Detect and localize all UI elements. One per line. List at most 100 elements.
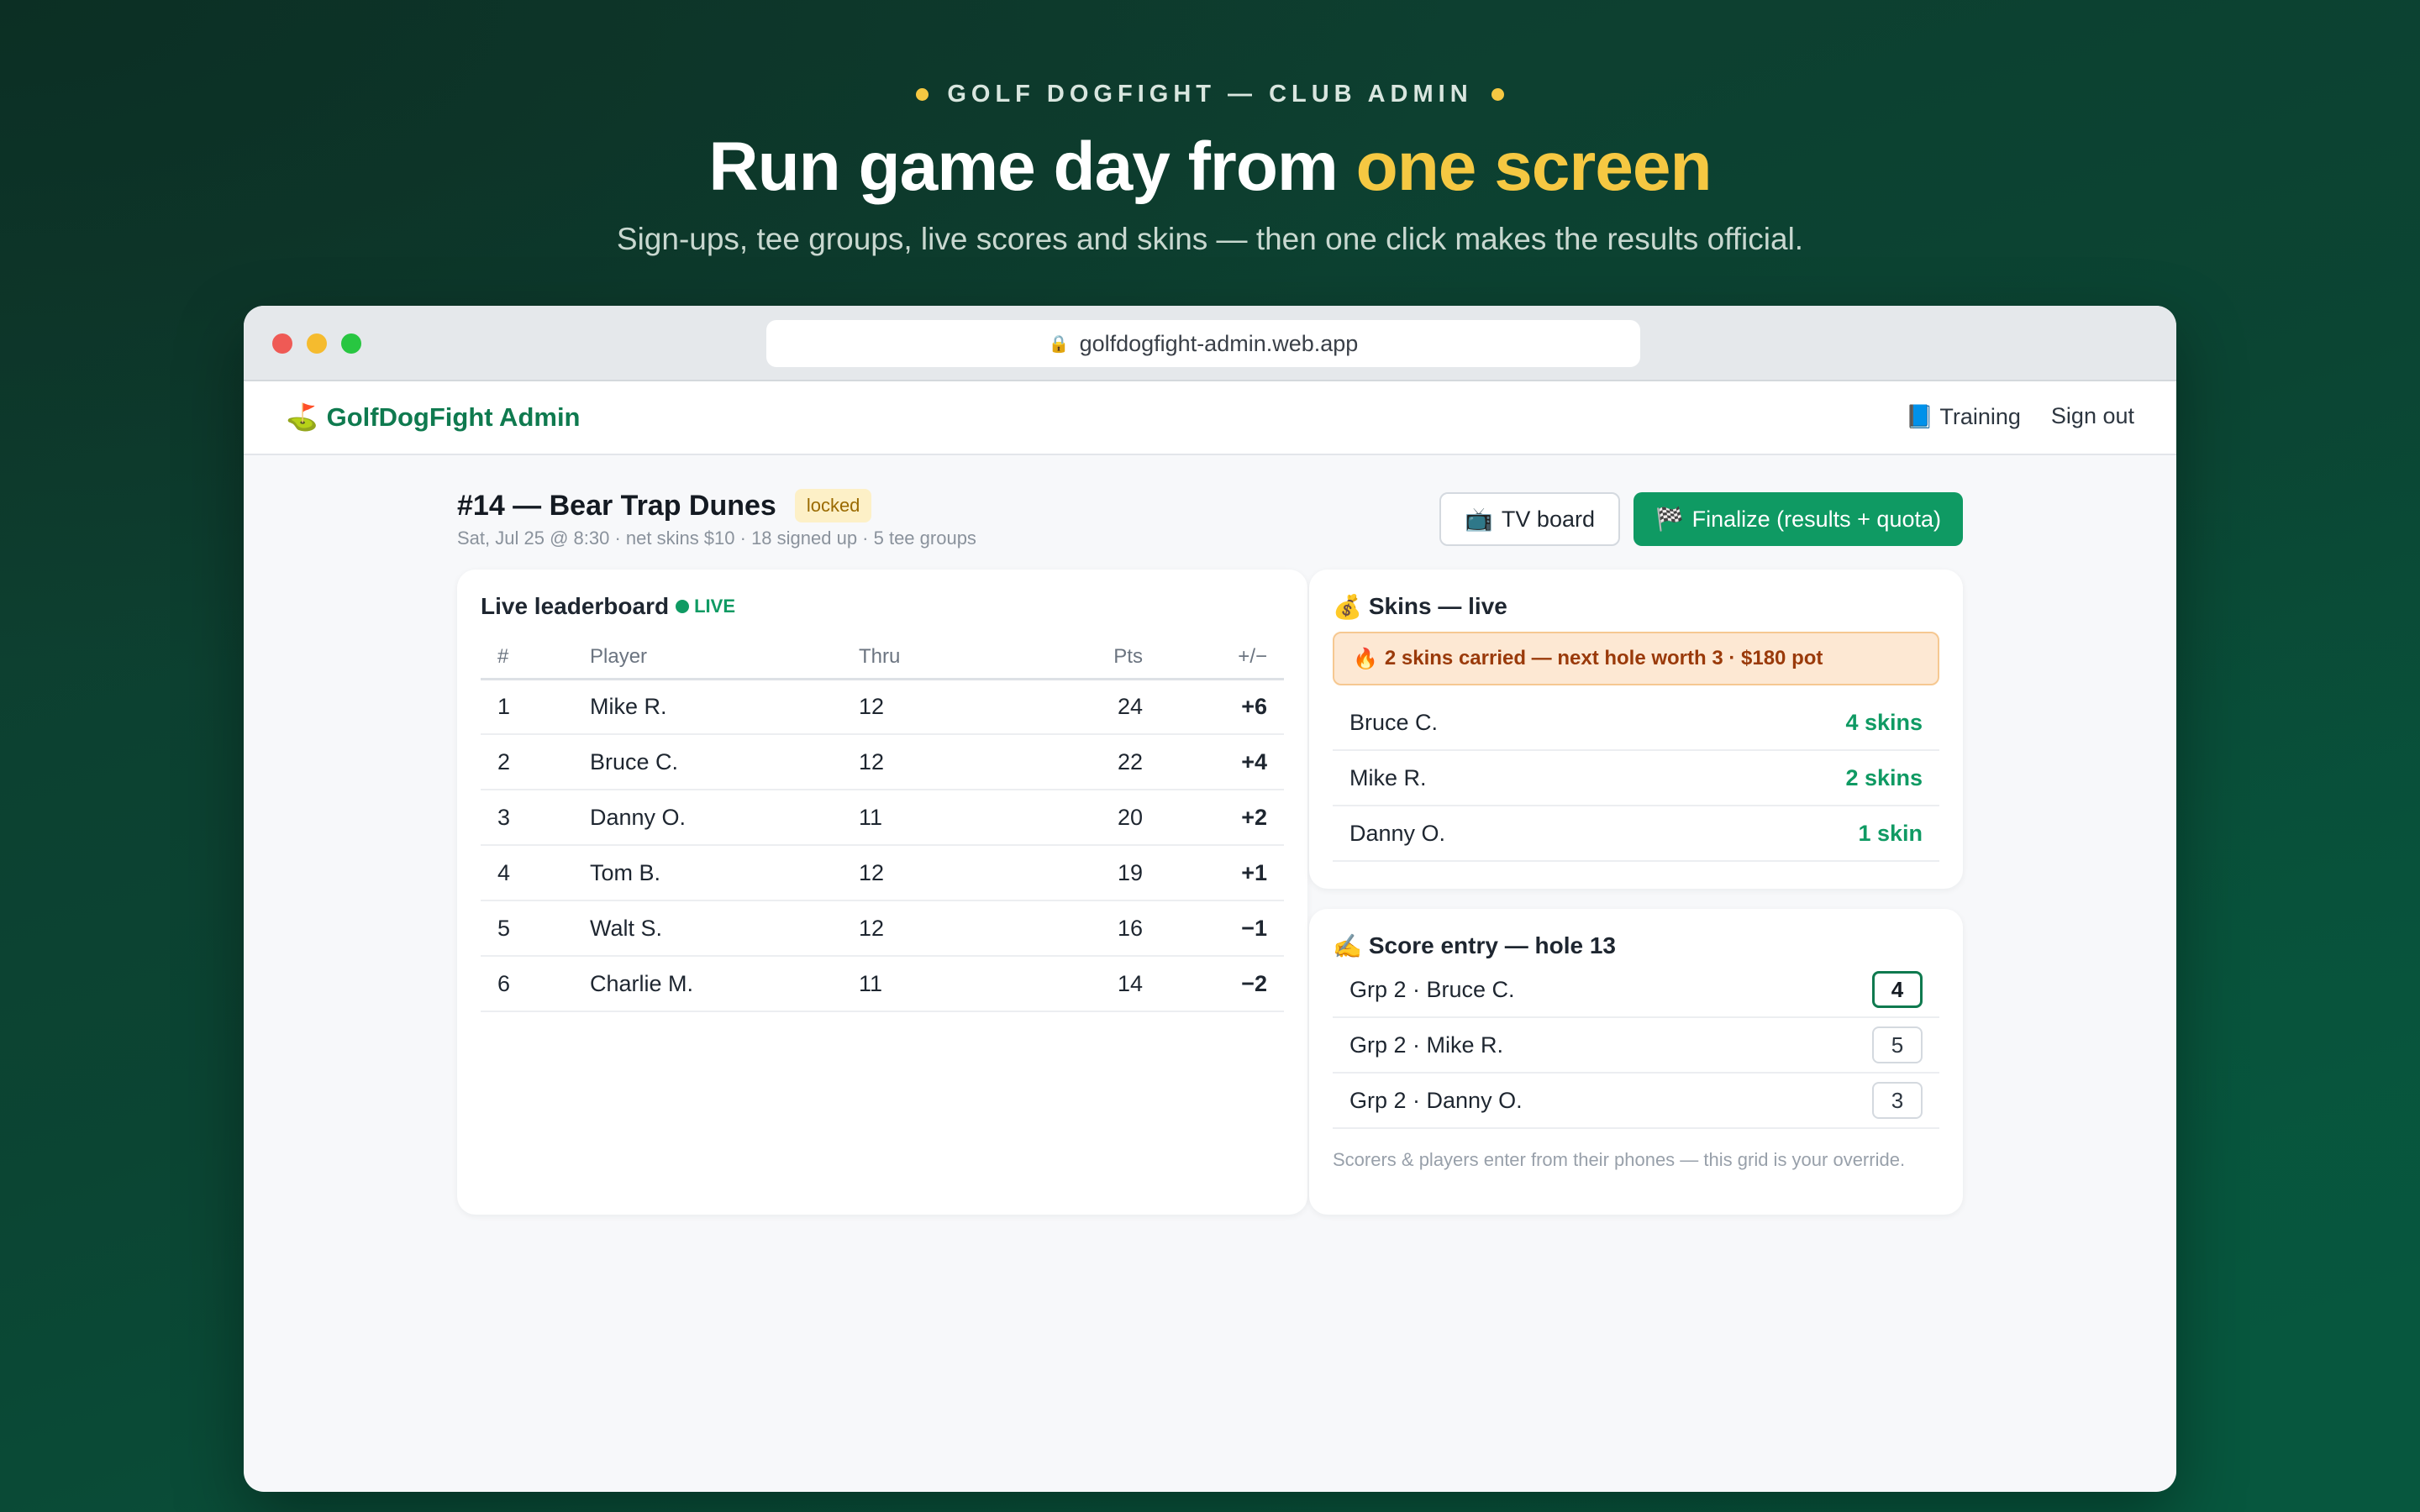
- leaderboard-title-text: Live leaderboard: [481, 593, 670, 619]
- subhead: Sign-ups, tee groups, live scores and sk…: [616, 222, 1804, 256]
- checkered-flag-icon: 🏁: [1655, 507, 1684, 532]
- money-bag-icon: 💰: [1333, 593, 1362, 620]
- score-input[interactable]: 5: [1872, 1026, 1923, 1063]
- pts-cell: 20: [1035, 790, 1160, 846]
- lock-icon: 🔒: [1048, 334, 1070, 354]
- score-input[interactable]: 4: [1872, 971, 1923, 1008]
- training-link[interactable]: 📘 Training: [1906, 403, 2021, 430]
- list-item: Bruce C. 4 skins: [1333, 696, 1939, 751]
- diff-cell: +1: [1159, 845, 1284, 901]
- leaderboard-card: Live leaderboard LIVE # Player Thru Pts …: [457, 570, 1307, 1215]
- thru-cell: 12: [842, 679, 1035, 735]
- browser-chrome: 🔒 golfdogfight-admin.web.app: [244, 306, 2176, 381]
- minimize-window-button[interactable]: [307, 333, 327, 354]
- live-label: LIVE: [694, 596, 735, 617]
- brand[interactable]: ⛳ GolfDogFight Admin: [286, 402, 581, 433]
- round-title: #14 — Bear Trap Dunes: [457, 489, 776, 522]
- round-actions: 📺 TV board 🏁 Finalize (results + quota): [1439, 492, 1963, 546]
- pts-cell: 19: [1035, 845, 1160, 901]
- finalize-button[interactable]: 🏁 Finalize (results + quota): [1633, 492, 1963, 546]
- leaderboard-title: Live leaderboard LIVE: [481, 590, 1284, 623]
- skins-title-text: Skins — live: [1368, 593, 1507, 619]
- headline-main: Run game day from: [708, 129, 1356, 205]
- writing-hand-icon: ✍️: [1333, 932, 1362, 959]
- thru-cell: 12: [842, 734, 1035, 790]
- skins-title: 💰 Skins — live: [1333, 590, 1939, 623]
- thru-cell: 11: [842, 956, 1035, 1012]
- leaderboard-header-row: # Player Thru Pts +/−: [481, 637, 1284, 680]
- col-diff: +/−: [1159, 637, 1284, 680]
- eyebrow-dot-right: [1491, 88, 1504, 101]
- carry-text: 2 skins carried — next hole worth 3 · $1…: [1384, 647, 1823, 669]
- diff-cell: +2: [1159, 790, 1284, 846]
- sign-out-link[interactable]: Sign out: [2051, 403, 2134, 430]
- player-cell: Danny O.: [573, 790, 842, 846]
- rank-cell: 4: [481, 845, 573, 901]
- score-entry-title: ✍️ Score entry — hole 13: [1333, 929, 1939, 963]
- brand-name: GolfDogFight Admin: [326, 402, 581, 432]
- skin-count: 1 skin: [1858, 820, 1923, 846]
- table-row[interactable]: 2 Bruce C. 12 22 +4: [481, 734, 1284, 790]
- maximize-window-button[interactable]: [341, 333, 361, 354]
- player-cell: Mike R.: [573, 679, 842, 735]
- list-item: Danny O. 1 skin: [1333, 806, 1939, 862]
- thru-cell: 12: [842, 845, 1035, 901]
- list-item: Mike R. 2 skins: [1333, 751, 1939, 806]
- diff-cell: −2: [1159, 956, 1284, 1012]
- table-row[interactable]: 6 Charlie M. 11 14 −2: [481, 956, 1284, 1012]
- score-entry-title-text: Score entry — hole 13: [1368, 932, 1616, 958]
- col-rank: #: [481, 637, 573, 680]
- pts-cell: 14: [1035, 956, 1160, 1012]
- eyebrow-dot-left: [916, 88, 929, 101]
- eyebrow: GOLF DOGFIGHT — CLUB ADMIN: [0, 81, 2420, 108]
- thru-cell: 11: [842, 790, 1035, 846]
- headline-accent: one screen: [1355, 129, 1712, 205]
- table-row[interactable]: 3 Danny O. 11 20 +2: [481, 790, 1284, 846]
- col-thru: Thru: [842, 637, 1035, 680]
- score-label: Grp 2 · Bruce C.: [1349, 976, 1515, 1002]
- eyebrow-text: GOLF DOGFIGHT — CLUB ADMIN: [947, 81, 1473, 108]
- book-icon: 📘: [1905, 404, 1934, 429]
- table-row[interactable]: 5 Walt S. 12 16 −1: [481, 900, 1284, 957]
- list-item: Grp 2 · Bruce C. 4: [1333, 963, 1939, 1018]
- skin-player: Danny O.: [1349, 820, 1446, 846]
- player-cell: Bruce C.: [573, 734, 842, 790]
- rank-cell: 1: [481, 679, 573, 735]
- table-row[interactable]: 1 Mike R. 12 24 +6: [481, 679, 1284, 735]
- golf-flag-icon: ⛳: [286, 402, 318, 432]
- skins-card: 💰 Skins — live 🔥 2 skins carried — next …: [1309, 570, 1963, 889]
- col-player: Player: [573, 637, 842, 680]
- score-input[interactable]: 3: [1872, 1082, 1923, 1119]
- skin-count: 4 skins: [1845, 709, 1923, 735]
- rank-cell: 3: [481, 790, 573, 846]
- list-item: Grp 2 · Mike R. 5: [1333, 1018, 1939, 1074]
- diff-cell: −1: [1159, 900, 1284, 957]
- table-row[interactable]: 4 Tom B. 12 19 +1: [481, 845, 1284, 901]
- live-indicator: LIVE: [676, 596, 735, 617]
- score-label: Grp 2 · Mike R.: [1349, 1032, 1504, 1058]
- score-entry-card: ✍️ Score entry — hole 13 Grp 2 · Bruce C…: [1309, 909, 1963, 1215]
- tv-icon: 📺: [1465, 507, 1493, 532]
- tv-board-button[interactable]: 📺 TV board: [1439, 492, 1620, 546]
- window-controls: [272, 333, 361, 354]
- skins-list: Bruce C. 4 skins Mike R. 2 skins Danny O…: [1333, 696, 1939, 862]
- player-cell: Charlie M.: [573, 956, 842, 1012]
- finalize-label: Finalize (results + quota): [1691, 506, 1941, 532]
- address-bar[interactable]: 🔒 golfdogfight-admin.web.app: [766, 320, 1640, 367]
- pts-cell: 24: [1035, 679, 1160, 735]
- col-pts: Pts: [1035, 637, 1160, 680]
- score-note: Scorers & players enter from their phone…: [1333, 1149, 1906, 1170]
- headline: Run game day from one screen: [0, 128, 2420, 207]
- round-header: #14 — Bear Trap Dunes locked Sat, Jul 25…: [457, 489, 1963, 549]
- close-window-button[interactable]: [272, 333, 292, 354]
- pts-cell: 16: [1035, 900, 1160, 957]
- rank-cell: 2: [481, 734, 573, 790]
- tv-board-label: TV board: [1501, 506, 1595, 532]
- url-text: golfdogfight-admin.web.app: [1079, 330, 1359, 356]
- carry-banner: 🔥 2 skins carried — next hole worth 3 · …: [1333, 632, 1939, 685]
- diff-cell: +6: [1159, 679, 1284, 735]
- top-nav: ⛳ GolfDogFight Admin 📘 Training Sign out: [244, 381, 2176, 455]
- status-badge: locked: [794, 489, 872, 522]
- skin-player: Mike R.: [1349, 764, 1427, 790]
- pts-cell: 22: [1035, 734, 1160, 790]
